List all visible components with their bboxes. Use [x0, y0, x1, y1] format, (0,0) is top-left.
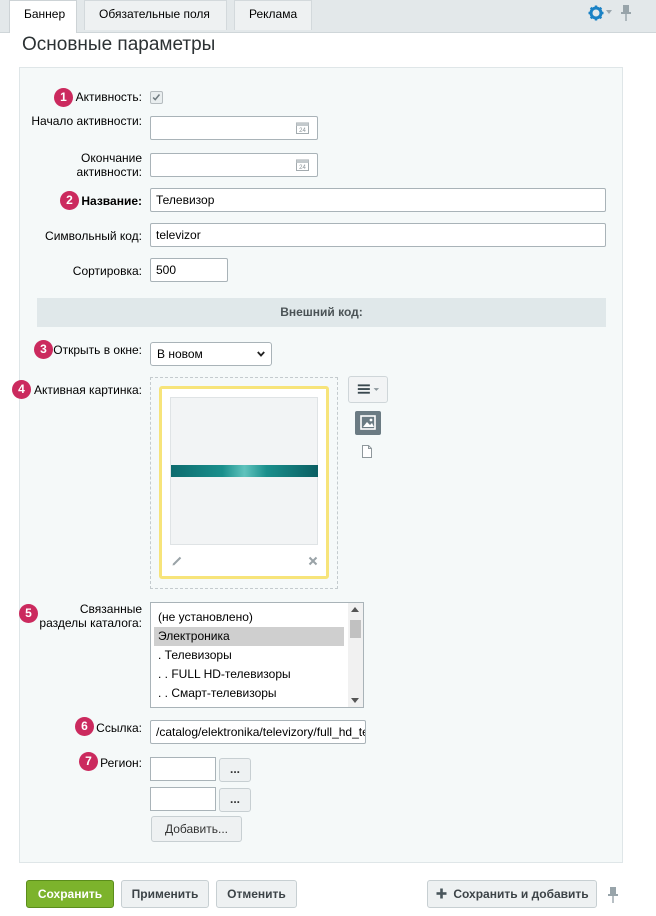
pencil-icon[interactable] — [172, 556, 182, 566]
open-window-label: Открыть в окне: — [53, 343, 142, 357]
cancel-button[interactable]: Отменить — [216, 880, 297, 908]
chevron-down-icon[interactable] — [606, 10, 612, 14]
chevron-down-icon — [257, 351, 265, 357]
start-active-label: Начало активности: — [31, 114, 142, 128]
apply-button[interactable]: Применить — [121, 880, 209, 908]
plus-icon — [436, 888, 447, 899]
add-region-button[interactable]: Добавить... — [151, 816, 242, 842]
name-label: Название: — [81, 194, 142, 208]
list-item[interactable]: . . Смарт-телевизоры — [154, 684, 344, 703]
calendar-icon[interactable]: 24 — [296, 158, 309, 171]
list-item[interactable]: . . FULL HD-телевизоры — [154, 665, 344, 684]
checkmark-icon — [152, 94, 161, 101]
badge-4: 4 — [12, 380, 31, 399]
close-icon[interactable] — [308, 556, 318, 566]
tab-required-fields-label: Обязательные поля — [99, 7, 210, 21]
badge-7: 7 — [79, 752, 98, 771]
catalog-sections-listbox[interactable]: (не установлено) Электроника . Телевизор… — [150, 602, 364, 708]
scrollbar-thumb[interactable] — [350, 620, 361, 638]
pin-icon[interactable] — [606, 886, 620, 904]
open-window-select[interactable]: В новом — [150, 342, 272, 366]
banner-image — [171, 465, 318, 477]
file-icon[interactable] — [362, 445, 372, 458]
open-window-value: В новом — [157, 347, 203, 361]
list-item[interactable]: (не установлено) — [154, 608, 344, 627]
listbox-scrollbar[interactable] — [348, 603, 363, 707]
catalog-sections-label: Связанные разделы каталога: — [39, 602, 142, 630]
save-button[interactable]: Сохранить — [26, 880, 114, 908]
active-label: Активность: — [75, 90, 142, 104]
badge-3: 3 — [34, 340, 53, 359]
region-select-button-1[interactable]: ... — [219, 758, 251, 782]
save-and-add-button[interactable]: Сохранить и добавить — [427, 880, 597, 908]
badge-1: 1 — [54, 88, 73, 107]
badge-6: 6 — [75, 717, 94, 736]
start-active-input[interactable]: 24 — [150, 116, 318, 140]
pin-icon[interactable] — [618, 3, 634, 23]
end-active-label: Окончание активности: — [76, 151, 142, 179]
tab-bar: Баннер Обязательные поля Реклама — [0, 0, 656, 33]
calendar-icon[interactable]: 24 — [296, 121, 309, 134]
page-title: Основные параметры — [22, 34, 216, 55]
tab-banner[interactable]: Баннер — [9, 0, 77, 33]
link-input[interactable]: /catalog/elektronika/televizory/full_hd_… — [150, 720, 366, 744]
link-label: Ссылка: — [96, 721, 142, 735]
menu-icon — [357, 384, 380, 394]
region-input-2[interactable] — [150, 787, 216, 811]
sort-input[interactable]: 500 — [150, 258, 228, 282]
tab-banner-label: Баннер — [24, 7, 66, 21]
svg-text:24: 24 — [299, 128, 306, 134]
svg-text:24: 24 — [299, 165, 306, 171]
tab-advertising-label: Реклама — [249, 7, 298, 21]
region-input-1[interactable] — [150, 757, 216, 781]
code-label: Символьный код: — [45, 229, 142, 243]
badge-2: 2 — [60, 191, 79, 210]
image-icon — [360, 415, 376, 430]
active-checkbox[interactable] — [150, 91, 163, 104]
active-image-label: Активная картинка: — [33, 383, 142, 397]
tab-required-fields[interactable]: Обязательные поля — [84, 0, 227, 30]
region-label: Регион: — [100, 756, 142, 770]
list-item[interactable]: . Телевизоры — [154, 646, 344, 665]
image-menu-button[interactable] — [348, 376, 388, 403]
end-active-input[interactable]: 24 — [150, 153, 318, 177]
image-upload-button[interactable] — [355, 411, 381, 435]
region-select-button-2[interactable]: ... — [219, 788, 251, 812]
sort-label: Сортировка: — [72, 264, 142, 278]
scroll-up-icon[interactable] — [351, 607, 359, 612]
name-input[interactable]: Телевизор — [150, 188, 606, 212]
gear-icon[interactable] — [588, 5, 604, 21]
external-code-header: Внешний код: — [37, 298, 606, 327]
code-input[interactable]: televizor — [150, 223, 606, 247]
scroll-down-icon[interactable] — [351, 698, 359, 703]
tab-advertising[interactable]: Реклама — [234, 0, 312, 30]
list-item-selected[interactable]: Электроника — [154, 627, 344, 646]
